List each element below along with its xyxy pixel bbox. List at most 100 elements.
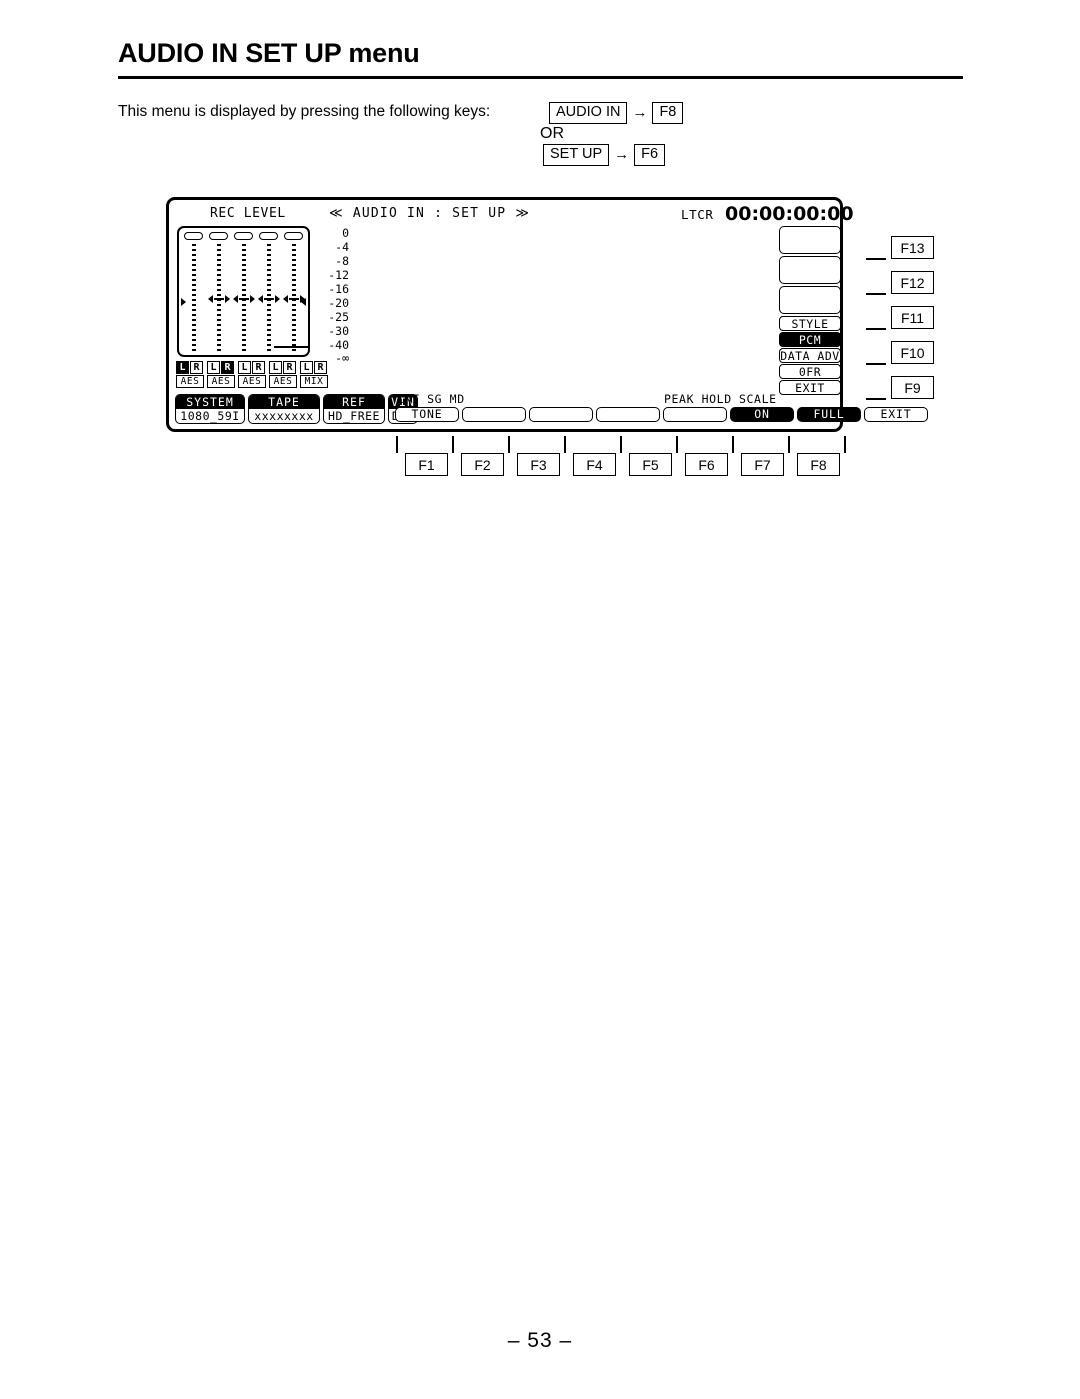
- channel-right-indicator[interactable]: R: [283, 361, 296, 374]
- fkey-leader-line: [866, 328, 886, 330]
- fkey-legend-f6[interactable]: F6: [685, 453, 728, 476]
- fkey-legend-f11[interactable]: F11: [891, 306, 934, 329]
- softkey-button-row: TONE ON FULL EXIT: [395, 407, 928, 422]
- scale-tick: -16: [328, 282, 349, 296]
- key-audio-in[interactable]: AUDIO IN: [549, 102, 628, 124]
- status-tile-value: xxxxxxxx: [254, 409, 314, 423]
- status-tile-value: HD_FREE: [328, 409, 380, 423]
- fkey-legend-f13[interactable]: F13: [891, 236, 934, 259]
- key-f8[interactable]: F8: [652, 102, 684, 124]
- meter-cap: [234, 232, 253, 240]
- right-softkey-f9-0fr[interactable]: 0FR: [779, 364, 841, 379]
- fkey-leader-line: [620, 436, 622, 453]
- lcd-header: REC LEVEL ≪ AUDIO IN : SET UP ≫ LTCR 00:…: [169, 203, 854, 225]
- meter-cap: [259, 232, 278, 240]
- channel-right-indicator[interactable]: R: [252, 361, 265, 374]
- channel-left-indicator[interactable]: L: [269, 361, 282, 374]
- channel-indicator[interactable]: L R AES: [207, 361, 235, 388]
- fkey-legend-f2[interactable]: F2: [461, 453, 504, 476]
- scale-tick: -8: [335, 254, 349, 268]
- fkey-legend-f5[interactable]: F5: [629, 453, 672, 476]
- fader-position-marker: [258, 294, 280, 303]
- softkey-f7-scale-full[interactable]: FULL: [797, 407, 861, 422]
- status-tile-tape[interactable]: TAPE xxxxxxxx: [248, 394, 320, 424]
- softkey-f1-tone[interactable]: TONE: [395, 407, 459, 422]
- key-set-up[interactable]: SET UP: [543, 144, 610, 166]
- right-softkey-f11-empty[interactable]: [779, 286, 841, 314]
- channel-source-label[interactable]: MIX: [300, 375, 328, 388]
- right-softkey-f12-empty[interactable]: [779, 256, 841, 284]
- arrow-icon: →: [614, 146, 630, 164]
- fkey-leader-line: [564, 436, 566, 453]
- right-softkey-f10-pcm[interactable]: PCM: [779, 332, 841, 347]
- channel-source-label[interactable]: AES: [176, 375, 204, 388]
- fkey-legend-f10[interactable]: F10: [891, 341, 934, 364]
- fkey-legend-f12[interactable]: F12: [891, 271, 934, 294]
- right-softkey-column: STYLE PCM DATA ADV 0FR EXIT: [779, 226, 841, 396]
- fader-position-marker: [208, 294, 230, 303]
- status-tile-header: REF: [324, 395, 384, 409]
- softkey-f8-exit[interactable]: EXIT: [864, 407, 928, 422]
- scale-tick: -∞: [335, 351, 349, 365]
- fkey-leader-line: [732, 436, 734, 453]
- fkey-legend-f4[interactable]: F4: [573, 453, 616, 476]
- scale-tick: -20: [328, 296, 349, 310]
- right-softkey-exit[interactable]: EXIT: [779, 380, 841, 395]
- lcd-panel: REC LEVEL ≪ AUDIO IN : SET UP ≫ LTCR 00:…: [166, 197, 928, 432]
- meter-channel: [206, 228, 232, 355]
- timecode-display: 00:00:00:00: [725, 203, 854, 225]
- softkey-group-label-peak-hold: PEAK HOLD: [664, 392, 732, 406]
- right-softkey-f13-empty[interactable]: [779, 226, 841, 254]
- fkey-legend-f3[interactable]: F3: [517, 453, 560, 476]
- fkey-leader-line: [508, 436, 510, 453]
- meter-channel: [281, 228, 307, 355]
- scale-tick: -4: [335, 240, 349, 254]
- softkey-f5[interactable]: [663, 407, 727, 422]
- level-meter-box: [177, 226, 310, 357]
- key-path-primary: AUDIO IN → F8: [549, 102, 684, 124]
- channel-indicator[interactable]: L R AES: [238, 361, 266, 388]
- scale-tick: -12: [328, 268, 349, 282]
- softkey-f6-peak-hold-on[interactable]: ON: [730, 407, 794, 422]
- status-tile-system[interactable]: SYSTEM 1080_59I: [175, 394, 245, 424]
- meter-cap: [184, 232, 203, 240]
- fkey-leader-line: [396, 436, 398, 453]
- key-f6[interactable]: F6: [634, 144, 666, 166]
- softkey-f3[interactable]: [529, 407, 593, 422]
- fkey-legend-f7[interactable]: F7: [741, 453, 784, 476]
- scale-tick: 0: [342, 226, 349, 240]
- fkey-leader-line: [844, 436, 846, 453]
- softkey-f2[interactable]: [462, 407, 526, 422]
- channel-source-label[interactable]: AES: [207, 375, 235, 388]
- channel-right-indicator[interactable]: R: [314, 361, 327, 374]
- channel-right-indicator[interactable]: R: [221, 361, 234, 374]
- fader-position-marker: [233, 294, 255, 303]
- fkey-leader-line: [866, 363, 886, 365]
- lcd-menu-title: ≪ AUDIO IN : SET UP ≫: [329, 206, 531, 221]
- rec-level-label: REC LEVEL: [210, 206, 286, 221]
- fkey-leader-line: [788, 436, 790, 453]
- channel-left-indicator[interactable]: L: [238, 361, 251, 374]
- fkey-legend-f1[interactable]: F1: [405, 453, 448, 476]
- fkey-legend-f9[interactable]: F9: [891, 376, 934, 399]
- softkey-f4[interactable]: [596, 407, 660, 422]
- status-tile-value: 1080_59I: [180, 409, 240, 423]
- channel-left-indicator[interactable]: L: [176, 361, 189, 374]
- fader-position-marker: [283, 294, 305, 303]
- right-softkey-data-adv-label: DATA ADV: [779, 348, 841, 363]
- channel-indicator[interactable]: L R MIX: [300, 361, 328, 388]
- fkey-legend-f8[interactable]: F8: [797, 453, 840, 476]
- scale-tick: -40: [328, 338, 349, 352]
- title-underline: [118, 76, 963, 79]
- status-tile-ref[interactable]: REF HD_FREE: [323, 394, 385, 424]
- fkey-leader-line: [866, 258, 886, 260]
- channel-source-label[interactable]: AES: [238, 375, 266, 388]
- channel-right-indicator[interactable]: R: [190, 361, 203, 374]
- channel-left-indicator[interactable]: L: [207, 361, 220, 374]
- channel-indicator[interactable]: L R AES: [269, 361, 297, 388]
- channel-indicator[interactable]: L R AES: [176, 361, 204, 388]
- channel-left-indicator[interactable]: L: [300, 361, 313, 374]
- intro-text: This menu is displayed by pressing the f…: [118, 103, 491, 120]
- scale-tick: -25: [328, 310, 349, 324]
- channel-source-label[interactable]: AES: [269, 375, 297, 388]
